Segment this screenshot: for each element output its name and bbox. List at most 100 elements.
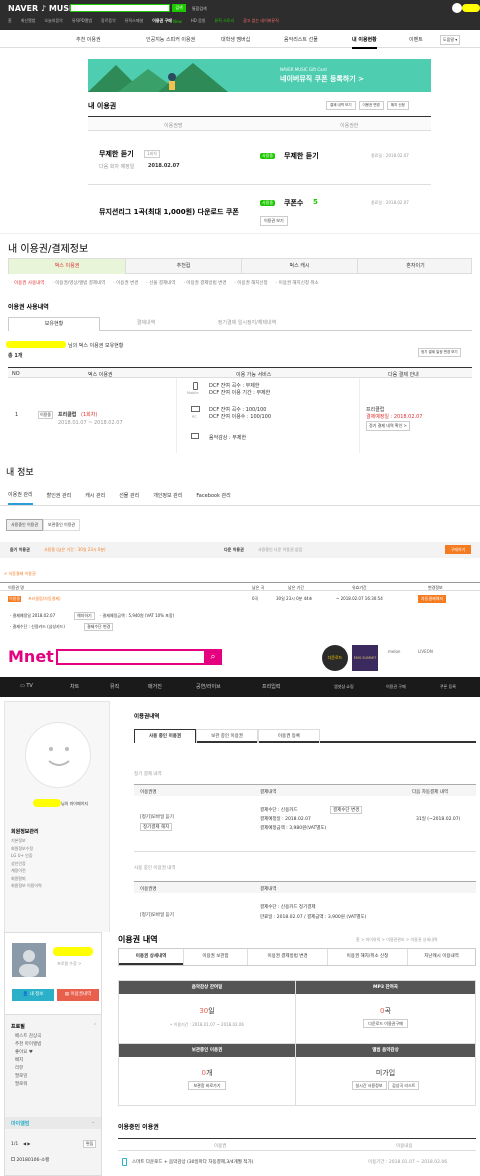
sori-tab-cash[interactable]: 지난캐시 이용내역	[407, 949, 475, 965]
menu-item-like[interactable]: 좋아요 ♥	[15, 1049, 41, 1057]
gnb-new-album[interactable]: 최신앨범	[21, 18, 36, 24]
album-edit-button[interactable]: 편집	[83, 1140, 97, 1148]
menu-item-best[interactable]: 베스트 감상곡	[15, 1033, 41, 1041]
mnet-nav-live[interactable]: 공연/라이브	[196, 683, 221, 690]
chevron-down-icon[interactable]: ⌄	[91, 1119, 95, 1125]
tab-student[interactable]: 대학생 멤버십	[221, 36, 250, 43]
sidebar-item-transfer[interactable]: 계정이전	[11, 867, 42, 875]
menu-item-badge[interactable]: 배지	[15, 1057, 41, 1065]
subtab-cancel-undo[interactable]: · 이용권 해지신청 취소	[276, 280, 319, 286]
gnb-today-music[interactable]: 오늘의음악	[44, 18, 62, 24]
gnb-story[interactable]: 뮤직 스토리	[214, 18, 234, 24]
bugs-tab-recommend[interactable]: 추천컵	[125, 259, 241, 274]
bugs-tab-pass[interactable]: 벅스 이용권	[9, 259, 125, 274]
mnet-search-input[interactable]	[56, 649, 206, 665]
sidebar-item-lgu[interactable]: LG U+ 인증	[11, 852, 42, 860]
pass-history-button[interactable]: ▤ 이용권내역	[57, 989, 99, 1001]
tab-recommend[interactable]: 추천 이용권	[76, 36, 101, 43]
promo-badge-3[interactable]: melon	[388, 649, 400, 654]
genie-subtab-active[interactable]: 사용중인 이용권	[6, 519, 44, 531]
coupon-banner[interactable]: NAVER MUSIC Gift Card 네이버뮤직 쿠폰 등록하기 >	[88, 59, 431, 92]
mnet-nav-coupon[interactable]: 쿠폰 등록	[440, 684, 456, 690]
tab-event[interactable]: 이벤트	[409, 36, 423, 43]
mnet-logo[interactable]: Mnet	[8, 647, 54, 666]
gnb-special[interactable]: 뮤직스페셜	[125, 18, 143, 24]
genie-tab-pass[interactable]: 이용권 관리	[8, 491, 33, 505]
subtab-payment[interactable]: · 이용권/영상/앨범 결제내역	[52, 280, 105, 286]
help-dropdown[interactable]: 도움말 ▾	[440, 35, 461, 45]
banner-text[interactable]: 네이버뮤직 쿠폰 등록하기 >	[280, 74, 364, 84]
gnb-home[interactable]: 홈	[8, 18, 12, 24]
menu-item-follower[interactable]: 팔로워	[15, 1081, 41, 1089]
subtab-cancel[interactable]: · 이용권 해지신청	[234, 280, 267, 286]
mnet-nav-shop-label[interactable]: 엠넷샵 쇼핑	[334, 684, 354, 690]
mnet-nav-magazine[interactable]: 매거진	[148, 683, 162, 690]
sidebar-item-withdraw[interactable]: 회원탈퇴	[11, 875, 42, 883]
genie-tab-facebook[interactable]: Facebook 관리	[196, 492, 230, 499]
content-tab-stored[interactable]: 보관 중인 이용권	[196, 729, 258, 743]
menu-item-review[interactable]: 리뷰	[15, 1065, 41, 1073]
menu-item-following[interactable]: 팔로잉	[15, 1073, 41, 1081]
tab-gift[interactable]: 음악리스트 선물	[284, 36, 318, 43]
sori-tab-detail[interactable]: 이용권 상세내역	[119, 949, 183, 965]
cancel-button[interactable]: 해지하기	[74, 612, 95, 620]
genie-buy-button[interactable]: 구매하기	[445, 545, 471, 554]
promo-badge-1[interactable]: 다운로드	[322, 645, 348, 671]
inner-tab-payment[interactable]: 결제내역	[100, 317, 192, 330]
naver-search-input[interactable]	[70, 4, 170, 12]
bugs-tab-cash[interactable]: 벅스 캐시	[241, 259, 357, 274]
promo-badge-2[interactable]: EMS SUMMIT	[352, 645, 378, 671]
next-pay-detail-button[interactable]: 정기 결제 내역 확인 >	[366, 421, 410, 431]
mnet-nav-music[interactable]: 뮤직	[110, 683, 119, 690]
regular-cancel-button[interactable]: 정기결제 해지	[140, 823, 173, 831]
mnet-search-button[interactable]: ⌕	[204, 649, 222, 665]
chevron-up-icon[interactable]: ⌃	[93, 1023, 97, 1029]
content-tab-register[interactable]: 이용권 등록	[258, 729, 320, 743]
sori-tab-method[interactable]: 이용권 결제방법 변경	[247, 949, 327, 965]
album-list-item[interactable]: 20180106-소팽	[11, 1157, 49, 1163]
inner-tab-holding[interactable]: 보유현황	[8, 317, 100, 331]
mnet-nav-tv[interactable]: ▭ TV	[20, 683, 33, 689]
realtime-info-button[interactable]: 실시간 사용정보	[351, 1081, 387, 1090]
genie-subtab-stored[interactable]: 보관중인 이용권	[43, 519, 81, 531]
listen-list-button[interactable]: 감상곡 리스트	[388, 1081, 420, 1090]
naver-unified-search-link[interactable]: 통합검색	[192, 6, 207, 12]
user-avatar[interactable]	[452, 3, 462, 13]
download-pass-buy-button[interactable]: 다운로드 이용권구매	[363, 1019, 408, 1028]
auto-pay-cancel-button[interactable]: 자동결제해지	[418, 595, 447, 603]
subtab-gift[interactable]: · 선물 결제내역	[146, 280, 175, 286]
genie-tab-discount[interactable]: 할인권 관리	[47, 492, 72, 499]
subtab-usage[interactable]: 이용권 사용내역	[14, 280, 44, 286]
tab-ai-speaker[interactable]: 인공지능 스피커 이용권	[146, 36, 195, 43]
gnb-hd[interactable]: HD 음원	[191, 18, 206, 24]
sidebar-item-edit[interactable]: 회원정보수정	[11, 845, 42, 853]
promo-badge-4[interactable]: LIVEON	[418, 649, 433, 654]
bugs-tab-alone[interactable]: 혼자이기	[357, 259, 473, 274]
naver-logo[interactable]: NAVER ♪ MUSIC	[8, 4, 78, 13]
tab-my-usage[interactable]: 내 이용현황	[352, 36, 377, 49]
menu-item-album[interactable]: 추천 마이앨범	[15, 1041, 41, 1049]
checkbox[interactable]	[11, 1157, 15, 1161]
prev-icon[interactable]: ◀ ▶	[23, 1141, 30, 1146]
genie-tab-gift[interactable]: 선물 관리	[119, 492, 139, 499]
view-pass-button[interactable]: 이용권 보기	[260, 216, 288, 226]
cancel-request-button[interactable]: 해지 신청	[386, 101, 409, 110]
mnet-nav-pre[interactable]: 프리입력	[262, 683, 280, 690]
naver-search-button[interactable]: 검색	[172, 4, 186, 12]
subtab-change[interactable]: · 이용권 변경	[113, 280, 138, 286]
gnb-pass-buy[interactable]: 이용권 구매	[152, 18, 172, 24]
gnb-adfree[interactable]: 광고 없는 네이버뮤직	[243, 18, 279, 24]
sidebar-item-history[interactable]: 회원정보 이용이력	[11, 882, 42, 890]
mnet-nav-buy[interactable]: 이용권 구매	[386, 684, 406, 690]
sori-tab-cancel[interactable]: 이용권 해지/취소 신청	[327, 949, 407, 965]
gnb-genre[interactable]: 장르음악	[101, 18, 116, 24]
storage-goto-button[interactable]: 보관함 바로가기	[188, 1081, 226, 1090]
sori-tab-storage[interactable]: 이용권 보관함	[183, 949, 247, 965]
pass-change-button[interactable]: 이용권 변경	[358, 101, 384, 110]
my-info-button[interactable]: 👤 내 정보	[12, 989, 54, 1001]
genie-tab-cash[interactable]: 캐시 관리	[85, 492, 105, 499]
gnb-pd-album[interactable]: 뮤직PD앨범	[72, 18, 92, 24]
schedule-change-button[interactable]: 정기 결제 일정 변경 보기	[418, 348, 461, 357]
pay-method-change-button[interactable]: 결제수단 변경	[330, 806, 363, 814]
sidebar-item-adult[interactable]: 성인인증	[11, 860, 42, 868]
